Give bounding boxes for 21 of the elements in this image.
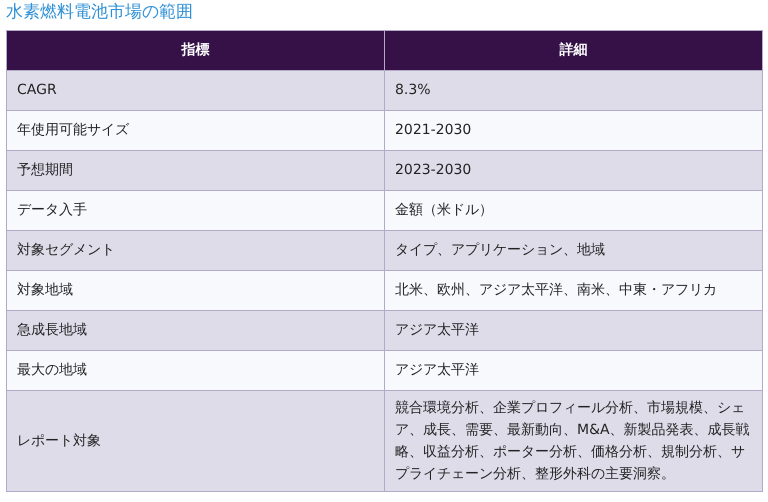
table-cell: アジア太平洋	[384, 310, 762, 350]
table-cell: 急成長地域	[6, 310, 384, 350]
column-header: 詳細	[384, 30, 762, 70]
table-cell: 8.3%	[384, 70, 762, 110]
table-cell: タイプ、アプリケーション、地域	[384, 230, 762, 270]
table-cell: 予想期間	[6, 150, 384, 190]
table-cell: 対象セグメント	[6, 230, 384, 270]
table-cell: CAGR	[6, 70, 384, 110]
column-header: 指標	[6, 30, 384, 70]
table-cell: レポート対象	[6, 390, 384, 492]
table-cell: 対象地域	[6, 270, 384, 310]
table-cell: 北米、欧州、アジア太平洋、南米、中東・アフリカ	[384, 270, 762, 310]
table-cell: アジア太平洋	[384, 350, 762, 390]
table-cell: 2021-2030	[384, 110, 762, 150]
page-title: 水素燃料電池市場の範囲	[6, 1, 194, 24]
table-cell: データ入手	[6, 190, 384, 230]
table-cell: 金額（米ドル）	[384, 190, 762, 230]
table-cell: 最大の地域	[6, 350, 384, 390]
table-cell: 年使用可能サイズ	[6, 110, 384, 150]
table-cell: 2023-2030	[384, 150, 762, 190]
table-cell: 競合環境分析、企業プロフィール分析、市場規模、シェア、成長、需要、最新動向、M&A、新製品発表、成長戦略、収益分析、ポーター分析、価格分析、規制分析、サプライチェーン分析、整形外科の主要洞察。	[384, 390, 762, 492]
